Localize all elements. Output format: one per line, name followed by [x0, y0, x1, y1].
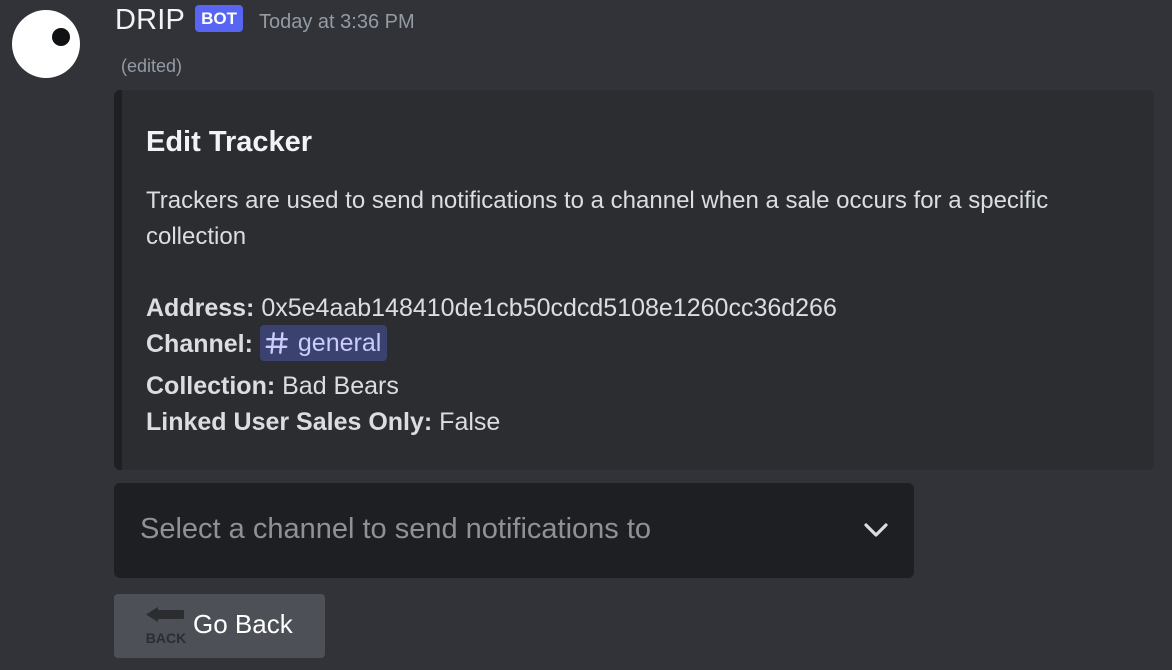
back-icon-text: BACK	[146, 630, 186, 646]
collection-value: Bad Bears	[282, 372, 399, 400]
go-back-label: Go Back	[193, 609, 293, 639]
avatar[interactable]	[12, 10, 80, 78]
message-header: DRIP BOT Today at 3:36 PM	[115, 2, 415, 38]
chevron-down-icon	[864, 523, 888, 537]
back-arrow-icon: BACK	[146, 607, 186, 646]
channel-select[interactable]: Select a channel to send notifications t…	[114, 483, 914, 578]
channel-mention-label: general	[297, 329, 382, 358]
embed-description: Trackers are used to send notifications …	[146, 187, 1049, 250]
collection-label: Collection:	[146, 372, 276, 400]
field-collection: Collection: Bad Bears	[146, 369, 399, 403]
field-address: Address: 0x5e4aab148410de1cb50cdcd5108e1…	[146, 291, 837, 325]
field-channel: Channel: general	[146, 325, 388, 363]
field-linked-sales: Linked User Sales Only: False	[146, 405, 500, 439]
channel-mention[interactable]: general	[259, 325, 388, 362]
linked-sales-value: False	[439, 408, 501, 436]
edited-label: (edited)	[121, 56, 183, 76]
bot-message: DRIP BOT Today at 3:36 PM (edited) Edit …	[0, 0, 1172, 670]
timestamp[interactable]: Today at 3:36 PM	[259, 11, 415, 34]
username[interactable]: DRIP	[115, 4, 185, 37]
avatar-eye	[52, 28, 70, 46]
embed-title: Edit Tracker	[146, 126, 313, 158]
bot-tag: BOT	[195, 4, 243, 32]
select-placeholder: Select a channel to send notifications t…	[140, 513, 652, 545]
address-value: 0x5e4aab148410de1cb50cdcd5108e1260cc36d2…	[261, 294, 837, 322]
hash-icon	[265, 332, 288, 355]
address-label: Address:	[146, 294, 255, 322]
channel-label: Channel:	[146, 330, 253, 358]
go-back-button[interactable]: BACK Go Back	[114, 594, 325, 658]
embed-card: Edit Tracker Trackers are used to send n…	[114, 90, 1154, 470]
linked-sales-label: Linked User Sales Only:	[146, 408, 433, 436]
